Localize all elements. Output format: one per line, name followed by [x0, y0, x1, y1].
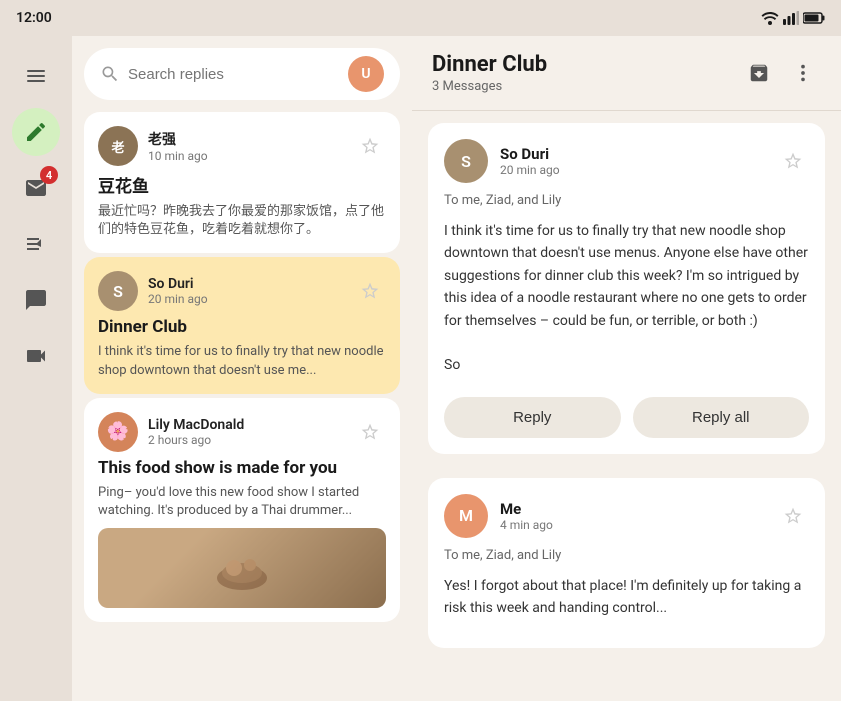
message-image [98, 528, 386, 608]
sender-name: 老强 [148, 129, 344, 149]
star-icon [783, 151, 803, 171]
email-card: M Me 4 min ago To me, Ziad, and Lily Yes… [428, 478, 825, 648]
thread-title-area: Dinner Club 3 Messages [432, 52, 547, 94]
notes-icon [24, 232, 48, 256]
sidebar: 4 [0, 36, 72, 701]
sidebar-item-compose[interactable] [12, 108, 60, 156]
email-to: To me, Ziad, and Lily [444, 548, 809, 563]
card-header: 老 老强 10 min ago [98, 126, 386, 166]
status-time: 12:00 [16, 10, 52, 26]
status-bar: 12:00 [0, 0, 841, 36]
email-header: M Me 4 min ago [444, 494, 809, 538]
archive-button[interactable] [741, 55, 777, 91]
status-icons [761, 11, 825, 25]
signal-icon [783, 11, 799, 25]
reply-button[interactable]: Reply [444, 397, 621, 438]
email-sender-name: Me [500, 500, 765, 518]
message-preview: 最近忙吗？昨晚我去了你最爱的那家饭馆，点了他们的特色豆花鱼，吃着吃着就想你了。 [98, 203, 386, 239]
email-actions: Reply Reply all [444, 389, 809, 438]
message-card[interactable]: 老 老强 10 min ago 豆花鱼 最近忙吗？昨晚我去了你最爱的那家饭馆，点… [84, 112, 400, 253]
email-sender-info: Me 4 min ago [500, 500, 765, 532]
sidebar-item-chat[interactable] [12, 276, 60, 324]
search-input[interactable] [128, 66, 340, 83]
reply-all-button[interactable]: Reply all [633, 397, 810, 438]
sender-name: So Duri [148, 276, 344, 292]
email-time: 20 min ago [500, 163, 765, 177]
search-bar: U [84, 48, 400, 100]
message-preview: Ping– you'd love this new food show I st… [98, 484, 386, 520]
message-subject: Dinner Club [98, 317, 386, 337]
email-body: Yes! I forgot about that place! I'm defi… [444, 575, 809, 620]
message-subject: This food show is made for you [98, 458, 386, 478]
email-body: I think it's time for us to finally try … [444, 220, 809, 377]
message-card[interactable]: 🌸 Lily MacDonald 2 hours ago This food s… [84, 398, 400, 622]
main-layout: U 老 老强 10 min ago 豆花鱼 最近忙吗？昨晚我去了你最爱的那家饭馆… [72, 36, 841, 701]
search-icon [100, 64, 120, 84]
star-button[interactable] [354, 416, 386, 448]
archive-icon [748, 62, 770, 84]
mail-badge: 4 [40, 166, 58, 184]
star-icon [360, 422, 380, 442]
card-meta: Lily MacDonald 2 hours ago [148, 417, 344, 447]
star-button[interactable] [354, 275, 386, 307]
star-icon [360, 281, 380, 301]
email-to: To me, Ziad, and Lily [444, 193, 809, 208]
chat-icon [24, 288, 48, 312]
sender-name: Lily MacDonald [148, 417, 344, 433]
card-meta: So Duri 20 min ago [148, 276, 344, 306]
user-avatar[interactable]: U [348, 56, 384, 92]
avatar: M [444, 494, 488, 538]
star-button[interactable] [777, 145, 809, 177]
card-header: S So Duri 20 min ago [98, 271, 386, 311]
email-sender-info: So Duri 20 min ago [500, 145, 765, 177]
sidebar-item-notes[interactable] [12, 220, 60, 268]
avatar: S [98, 271, 138, 311]
thread-count: 3 Messages [432, 79, 547, 94]
card-meta: 老强 10 min ago [148, 129, 344, 163]
avatar: S [444, 139, 488, 183]
video-icon [24, 344, 48, 368]
card-header: 🌸 Lily MacDonald 2 hours ago [98, 412, 386, 452]
sidebar-item-menu[interactable] [12, 52, 60, 100]
more-options-button[interactable] [785, 55, 821, 91]
star-icon [360, 136, 380, 156]
message-preview: I think it's time for us to finally try … [98, 343, 386, 379]
wifi-icon [761, 11, 779, 25]
star-icon [783, 506, 803, 526]
star-button[interactable] [777, 500, 809, 532]
avatar: 老 [98, 126, 138, 166]
thread-header: Dinner Club 3 Messages [412, 36, 841, 111]
edit-icon [24, 120, 48, 144]
message-card[interactable]: S So Duri 20 min ago Dinner Club I think… [84, 257, 400, 393]
sidebar-item-video[interactable] [12, 332, 60, 380]
battery-icon [803, 12, 825, 24]
email-time: 4 min ago [500, 518, 765, 532]
time-text: 10 min ago [148, 149, 344, 163]
message-list-panel: U 老 老强 10 min ago 豆花鱼 最近忙吗？昨晚我去了你最爱的那家饭馆… [72, 36, 412, 701]
time-text: 2 hours ago [148, 433, 344, 447]
email-header: S So Duri 20 min ago [444, 139, 809, 183]
avatar: 🌸 [98, 412, 138, 452]
email-card: S So Duri 20 min ago To me, Ziad, and Li… [428, 123, 825, 454]
message-subject: 豆花鱼 [98, 172, 386, 197]
star-button[interactable] [354, 130, 386, 162]
email-sender-name: So Duri [500, 145, 765, 163]
thread-actions [741, 55, 821, 91]
sidebar-item-mail[interactable]: 4 [12, 164, 60, 212]
thread-title: Dinner Club [432, 52, 547, 77]
thread-panel: Dinner Club 3 Messages [412, 36, 841, 701]
more-vert-icon [792, 62, 814, 84]
time-text: 20 min ago [148, 292, 344, 306]
